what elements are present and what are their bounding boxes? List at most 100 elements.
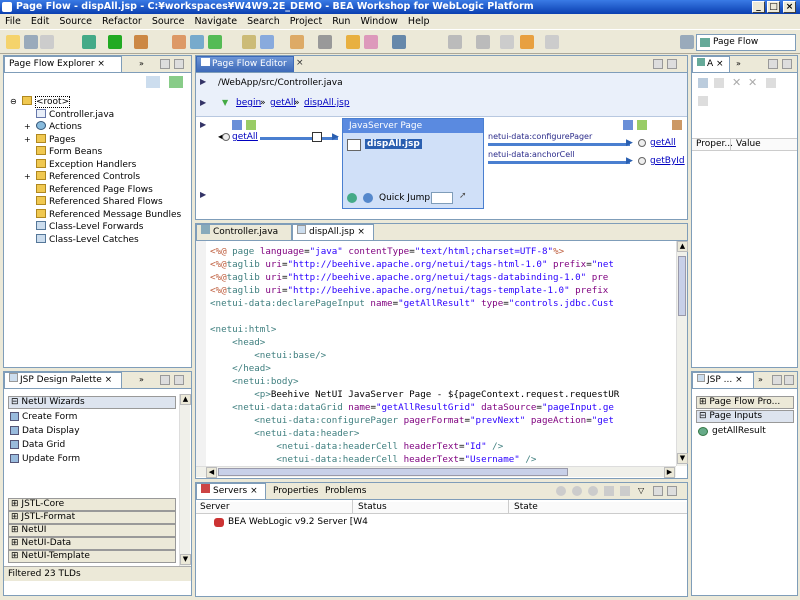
restore-icon[interactable] xyxy=(698,96,708,106)
code-text[interactable]: <%@ page language="java" contentType="te… xyxy=(210,245,675,466)
section-page-flow-properties[interactable]: ⊞ Page Flow Pro... xyxy=(696,396,794,409)
save-icon[interactable] xyxy=(24,35,38,49)
tree-item[interactable]: + Pages xyxy=(10,133,190,147)
run-icon[interactable] xyxy=(108,35,122,49)
tree-item[interactable]: + Referenced Controls xyxy=(10,171,190,184)
tree-item[interactable]: Referenced Message Bundles xyxy=(10,208,190,222)
view-menu-icon[interactable]: » xyxy=(139,375,144,384)
palette-vscroll[interactable]: ▲ ▼ xyxy=(179,394,191,566)
maximize-view-icon[interactable] xyxy=(174,375,184,385)
nav-arrow-icon[interactable]: ▶ xyxy=(200,77,206,86)
jsp-node-name[interactable]: dispAll.jsp xyxy=(365,139,422,149)
close-button[interactable]: × xyxy=(783,1,796,13)
code-hscroll[interactable]: ◀ ▶ xyxy=(196,466,676,478)
maximize-button[interactable]: □ xyxy=(767,1,780,13)
view-menu-icon[interactable]: » xyxy=(139,59,144,68)
tab-controller-java[interactable]: Controller.java xyxy=(196,224,292,240)
maximize-view-icon[interactable] xyxy=(667,59,677,69)
right-action-link-1[interactable]: getAll xyxy=(650,138,676,148)
breadcrumb-getall[interactable]: getAll xyxy=(270,98,296,108)
scroll-right-arrow[interactable]: ▶ xyxy=(664,467,675,478)
remove-icon[interactable]: ✕ xyxy=(732,76,741,89)
tab-dispall-jsp[interactable]: dispAll.jsp × xyxy=(292,224,374,240)
scroll-up-arrow[interactable]: ▲ xyxy=(180,394,191,405)
start-server-icon[interactable] xyxy=(572,486,582,496)
scroll-thumb[interactable] xyxy=(678,256,686,316)
palette-category-netui-data[interactable]: ⊞ NetUI-Data xyxy=(8,537,176,550)
table-row[interactable]: BEA WebLogic v9.2 Server [W4 xyxy=(196,516,687,529)
menu-refactor[interactable]: Refactor xyxy=(97,14,147,29)
expand-toggle-icon[interactable]: + xyxy=(24,134,31,147)
col-server[interactable]: Server xyxy=(200,502,230,512)
scroll-down-arrow[interactable]: ▼ xyxy=(677,453,688,464)
tab-problems[interactable]: Problems xyxy=(320,483,366,499)
close-icon[interactable]: × xyxy=(735,375,743,385)
globe-icon[interactable] xyxy=(392,35,406,49)
breadcrumb-dispall[interactable]: dispAll.jsp xyxy=(304,98,350,108)
tab-jsp-design-palette[interactable]: JSP Design Palette × xyxy=(4,372,122,388)
view-menu-icon[interactable]: » xyxy=(758,375,763,384)
open-perspective-icon[interactable] xyxy=(680,35,694,49)
close-icon[interactable]: × xyxy=(716,59,724,69)
close-icon[interactable]: × xyxy=(250,486,258,496)
toggle-icon[interactable] xyxy=(318,35,332,49)
remove-all-icon[interactable]: ✕ xyxy=(748,76,757,89)
tree-item[interactable]: Exception Handlers xyxy=(10,158,190,172)
palette-category-netui-template[interactable]: ⊞ NetUI-Template xyxy=(8,550,176,563)
refresh-icon[interactable] xyxy=(347,193,357,203)
categories-icon[interactable] xyxy=(698,78,708,88)
menu-search[interactable]: Search xyxy=(242,14,285,29)
palette-item-create-form[interactable]: Create Form xyxy=(8,410,176,424)
minimize-view-icon[interactable] xyxy=(772,375,782,385)
minimize-view-icon[interactable] xyxy=(160,59,170,69)
add-icon[interactable] xyxy=(246,120,256,130)
search-icon[interactable] xyxy=(290,35,304,49)
palette-category-netui-wizards[interactable]: ⊟ NetUI Wizards xyxy=(8,396,176,409)
minimize-view-icon[interactable] xyxy=(160,375,170,385)
maximize-view-icon[interactable] xyxy=(782,59,792,69)
collapse-all-icon[interactable] xyxy=(146,76,160,88)
menu-navigate[interactable]: Navigate xyxy=(189,14,242,29)
open-folder-icon[interactable] xyxy=(346,35,360,49)
tree-item[interactable]: Class-Level Catches xyxy=(10,233,190,247)
tree-item[interactable]: ⊖ <root> xyxy=(10,96,190,109)
new-pageflow-icon[interactable] xyxy=(172,35,186,49)
tree-item[interactable]: Controller.java xyxy=(10,108,190,122)
close-icon[interactable]: × xyxy=(105,375,113,385)
scroll-up-arrow[interactable]: ▲ xyxy=(677,241,688,252)
tree-item[interactable]: Class-Level Forwards xyxy=(10,221,190,234)
tab-page-flow-explorer[interactable]: Page Flow Explorer × xyxy=(4,56,122,72)
filter-icon[interactable] xyxy=(714,78,724,88)
publish-icon[interactable] xyxy=(620,486,630,496)
palette-category-jstl-core[interactable]: ⊞ JSTL-Core xyxy=(8,498,176,511)
expand-toggle-icon[interactable]: + xyxy=(24,171,31,184)
maximize-view-icon[interactable] xyxy=(174,59,184,69)
view-menu-icon[interactable]: » xyxy=(736,59,741,68)
tree-item[interactable]: + Actions xyxy=(10,121,190,134)
new-icon[interactable] xyxy=(6,35,20,49)
connector-handle[interactable] xyxy=(312,132,322,142)
close-icon[interactable]: × xyxy=(97,59,105,69)
menu-edit[interactable]: Edit xyxy=(26,14,54,29)
tool-icon[interactable] xyxy=(364,35,378,49)
breadcrumb-begin[interactable]: begin xyxy=(236,98,261,108)
add-icon[interactable] xyxy=(637,120,647,130)
open-resource-icon[interactable] xyxy=(260,35,274,49)
tab-servers[interactable]: Servers × xyxy=(196,483,266,499)
scroll-down-arrow[interactable]: ▼ xyxy=(180,554,191,565)
link-editor-icon[interactable] xyxy=(169,76,183,88)
tab-a[interactable]: A × xyxy=(692,56,730,72)
col-value[interactable]: Value xyxy=(736,139,761,149)
col-property[interactable]: Proper... xyxy=(696,139,733,149)
jsp-node[interactable]: JavaServer Page dispAll.jsp Quick Jump ➚ xyxy=(342,118,484,209)
left-action-link[interactable]: getAll xyxy=(232,132,258,142)
scroll-left-arrow[interactable]: ◀ xyxy=(206,467,217,478)
menu-source[interactable]: Source xyxy=(54,14,97,29)
scroll-thumb[interactable] xyxy=(218,468,568,476)
minimize-view-icon[interactable] xyxy=(768,59,778,69)
stop-server-icon[interactable] xyxy=(604,486,614,496)
menu-window[interactable]: Window xyxy=(355,14,402,29)
menu-run[interactable]: Run xyxy=(327,14,355,29)
menu-file[interactable]: File xyxy=(0,14,26,29)
expand-toggle-icon[interactable]: + xyxy=(24,121,31,134)
